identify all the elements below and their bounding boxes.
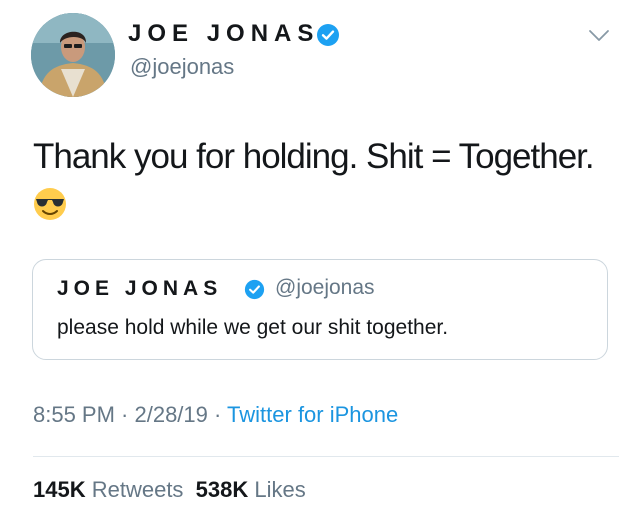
- tweet-metadata: 8:55 PM · 2/28/19 · Twitter for iPhone: [33, 402, 398, 428]
- engagement-stats: 145K Retweets 538K Likes: [33, 477, 306, 503]
- tweet-text: Thank you for holding. Shit = Together.: [33, 137, 595, 176]
- quoted-tweet-text: please hold while we get our shit togeth…: [57, 316, 449, 339]
- quoted-handle: @joejonas: [275, 276, 375, 299]
- quoted-display-name: JOE JONAS: [57, 277, 223, 300]
- divider: [33, 456, 619, 457]
- avatar-image: [31, 13, 115, 97]
- retweets-count: 145K: [33, 477, 86, 502]
- verified-badge-icon: [244, 279, 265, 300]
- likes-label: Likes: [254, 477, 306, 502]
- sunglasses-emoji-icon: [34, 188, 66, 220]
- likes-count: 538K: [195, 477, 249, 502]
- retweets-stat[interactable]: 145K Retweets: [33, 477, 183, 502]
- timestamp[interactable]: 8:55 PM · 2/28/19 ·: [33, 402, 227, 427]
- retweets-label: Retweets: [91, 477, 184, 502]
- handle[interactable]: @joejonas: [130, 54, 234, 80]
- verified-badge-icon: [317, 24, 339, 46]
- profile-avatar[interactable]: [31, 13, 115, 97]
- chevron-down-icon[interactable]: [588, 28, 610, 44]
- display-name[interactable]: JOE JONAS: [128, 20, 319, 48]
- source-link[interactable]: Twitter for iPhone: [227, 402, 398, 427]
- likes-stat[interactable]: 538K Likes: [196, 477, 306, 502]
- quoted-tweet[interactable]: JOE JONAS @joejonas please hold while we…: [32, 259, 608, 360]
